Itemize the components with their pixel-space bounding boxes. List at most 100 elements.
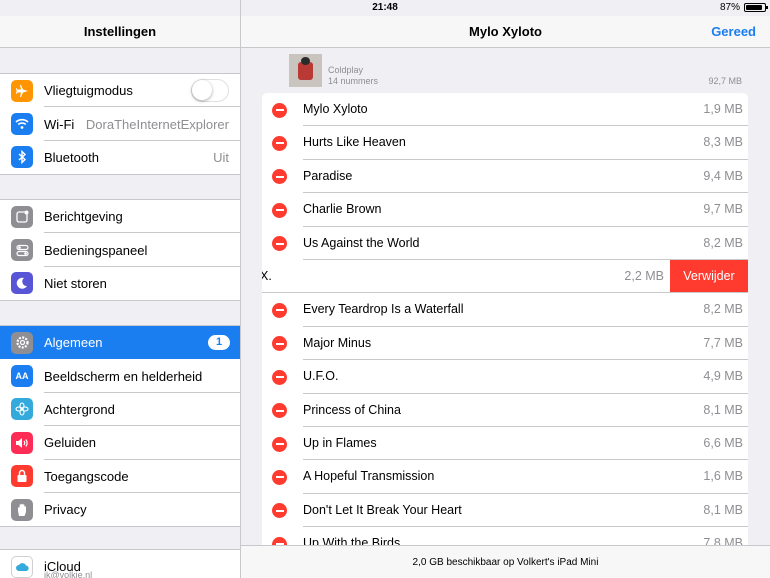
sidebar-item-label: Algemeen	[44, 335, 103, 351]
sidebar-item-beeldscherm[interactable]: AA Beeldscherm en helderheid	[0, 359, 240, 393]
song-title: Paradise	[303, 168, 353, 183]
update-badge: 1	[208, 335, 230, 351]
song-title: Don't Let It Break Your Heart	[303, 502, 462, 517]
airplane-mode-toggle[interactable]	[191, 79, 229, 103]
lock-icon	[11, 465, 33, 488]
gear-icon	[11, 331, 33, 354]
song-size: 7,7 MB	[703, 335, 743, 350]
bluetooth-value: Uit	[213, 149, 229, 165]
delete-circle-icon[interactable]	[272, 436, 287, 452]
song-title: Up With the Birds	[303, 536, 401, 545]
text-size-icon: AA	[11, 365, 33, 388]
sidebar-title: Instellingen	[0, 16, 240, 48]
sidebar-item-label: Beeldscherm en helderheid	[44, 368, 203, 384]
delete-circle-icon[interactable]	[272, 202, 287, 218]
moon-icon	[11, 272, 33, 295]
delete-circle-icon[interactable]	[272, 236, 287, 252]
delete-song-button[interactable]: Verwijder	[670, 260, 748, 294]
delete-circle-icon[interactable]	[272, 369, 287, 385]
song-row[interactable]: X. 2,2 MB Verwijder	[262, 260, 748, 294]
song-title: Mylo Xyloto	[303, 102, 368, 116]
song-size: 1,9 MB	[703, 102, 743, 116]
bluetooth-icon	[11, 146, 33, 169]
song-row[interactable]: Don't Let It Break Your Heart 8,1 MB	[262, 494, 748, 528]
sidebar-item-label: Privacy	[44, 502, 87, 518]
sidebar-item-privacy[interactable]: Privacy	[0, 493, 240, 526]
speaker-icon	[11, 431, 33, 454]
sidebar-item-wifi[interactable]: Wi-Fi DoraTheInternetExplorer	[0, 107, 240, 141]
icloud-account: ik@volkie.nl	[44, 570, 93, 578]
sidebar-item-niet-storen[interactable]: Niet storen	[0, 267, 240, 300]
sidebar-item-bedieningspaneel[interactable]: Bedieningspaneel	[0, 233, 240, 267]
sidebar-item-bluetooth[interactable]: Bluetooth Uit	[0, 141, 240, 174]
delete-circle-icon[interactable]	[272, 135, 287, 151]
settings-group-accounts: iCloud ik@volkie.nl	[0, 549, 240, 578]
sidebar-item-label: Niet storen	[44, 275, 107, 291]
album-title: Mylo Xyloto	[469, 24, 542, 39]
sidebar-item-label: Berichtgeving	[44, 209, 123, 225]
sidebar-item-label: Bluetooth	[44, 149, 99, 165]
song-size: 8,2 MB	[703, 302, 743, 317]
settings-group-notifications: Berichtgeving Bedieningspaneel Niet stor…	[0, 199, 240, 302]
delete-circle-icon[interactable]	[272, 536, 287, 545]
song-size: 9,7 MB	[703, 202, 743, 217]
song-title: A Hopeful Transmission	[303, 469, 435, 484]
song-row[interactable]: Us Against the World 8,2 MB	[262, 227, 748, 260]
detail-header: Mylo Xyloto Gereed	[241, 16, 770, 48]
song-title: X.	[262, 269, 272, 283]
storage-footer: 2,0 GB beschikbaar op Volkert's iPad Min…	[241, 545, 770, 578]
song-size: 8,1 MB	[703, 502, 743, 517]
wifi-network-value: DoraTheInternetExplorer	[85, 116, 229, 132]
status-right: 87%	[720, 2, 768, 13]
delete-circle-icon[interactable]	[272, 469, 287, 485]
cover-figure-head	[301, 57, 310, 65]
song-row[interactable]: Princess of China 8,1 MB	[262, 394, 748, 427]
song-row[interactable]: Charlie Brown 9,7 MB	[262, 193, 748, 227]
song-size: 7,8 MB	[703, 536, 743, 545]
song-row[interactable]: A Hopeful Transmission 1,6 MB	[262, 460, 748, 494]
settings-sidebar: Instellingen Vliegtuigmodus Wi-Fi DoraTh…	[0, 0, 241, 578]
song-row[interactable]: Paradise 9,4 MB	[262, 160, 748, 194]
delete-circle-icon[interactable]	[272, 102, 287, 118]
delete-circle-icon[interactable]	[272, 403, 287, 419]
sidebar-item-geluiden[interactable]: Geluiden	[0, 426, 240, 460]
song-size: 8,3 MB	[703, 135, 743, 150]
song-title: Every Teardrop Is a Waterfall	[303, 302, 464, 317]
song-size: 1,6 MB	[703, 469, 743, 484]
sidebar-item-vliegtuigmodus[interactable]: Vliegtuigmodus	[0, 74, 240, 108]
sidebar-item-berichtgeving[interactable]: Berichtgeving	[0, 200, 240, 234]
song-size: 8,1 MB	[703, 402, 743, 417]
sidebar-item-achtergrond[interactable]: Achtergrond	[0, 393, 240, 427]
album-summary: Coldplay 14 nummers 92,7 MB	[262, 49, 748, 93]
sidebar-item-algemeen[interactable]: Algemeen 1	[0, 326, 240, 360]
sidebar-item-label: Geluiden	[44, 435, 97, 451]
delete-circle-icon[interactable]	[272, 169, 287, 185]
song-row[interactable]: Up in Flames 6,6 MB	[262, 427, 748, 461]
battery-icon	[744, 3, 768, 12]
control-center-icon	[11, 239, 33, 262]
song-title: Major Minus	[303, 335, 372, 350]
album-cover	[289, 54, 322, 87]
sidebar-item-label: Wi-Fi	[44, 116, 75, 132]
done-button[interactable]: Gereed	[711, 16, 756, 48]
song-row[interactable]: Hurts Like Heaven 8,3 MB	[262, 126, 748, 160]
song-title: Charlie Brown	[303, 202, 382, 217]
song-row[interactable]: Every Teardrop Is a Waterfall 8,2 MB	[262, 293, 748, 327]
song-row[interactable]: Mylo Xyloto 1,9 MB	[262, 93, 748, 127]
delete-circle-icon[interactable]	[272, 336, 287, 352]
song-row[interactable]: Major Minus 7,7 MB	[262, 327, 748, 361]
battery-fill	[746, 5, 762, 10]
delete-circle-icon[interactable]	[272, 503, 287, 519]
song-title: Princess of China	[303, 402, 401, 417]
song-row[interactable]: U.F.O. 4,9 MB	[262, 360, 748, 394]
delete-circle-icon[interactable]	[272, 302, 287, 318]
song-title: Us Against the World	[303, 235, 420, 250]
cloud-icon	[11, 555, 33, 578]
song-row[interactable]: Up With the Birds 7,8 MB	[262, 527, 748, 545]
song-list: Mylo Xyloto 1,9 MB Hurts Like Heaven 8,3 MB…	[262, 93, 748, 545]
song-size: 4,9 MB	[703, 369, 743, 384]
sidebar-item-icloud[interactable]: iCloud ik@volkie.nl	[0, 550, 240, 578]
song-size: 2,2 MB	[624, 269, 664, 283]
toggle-knob	[192, 80, 212, 101]
sidebar-item-toegangscode[interactable]: Toegangscode	[0, 460, 240, 493]
